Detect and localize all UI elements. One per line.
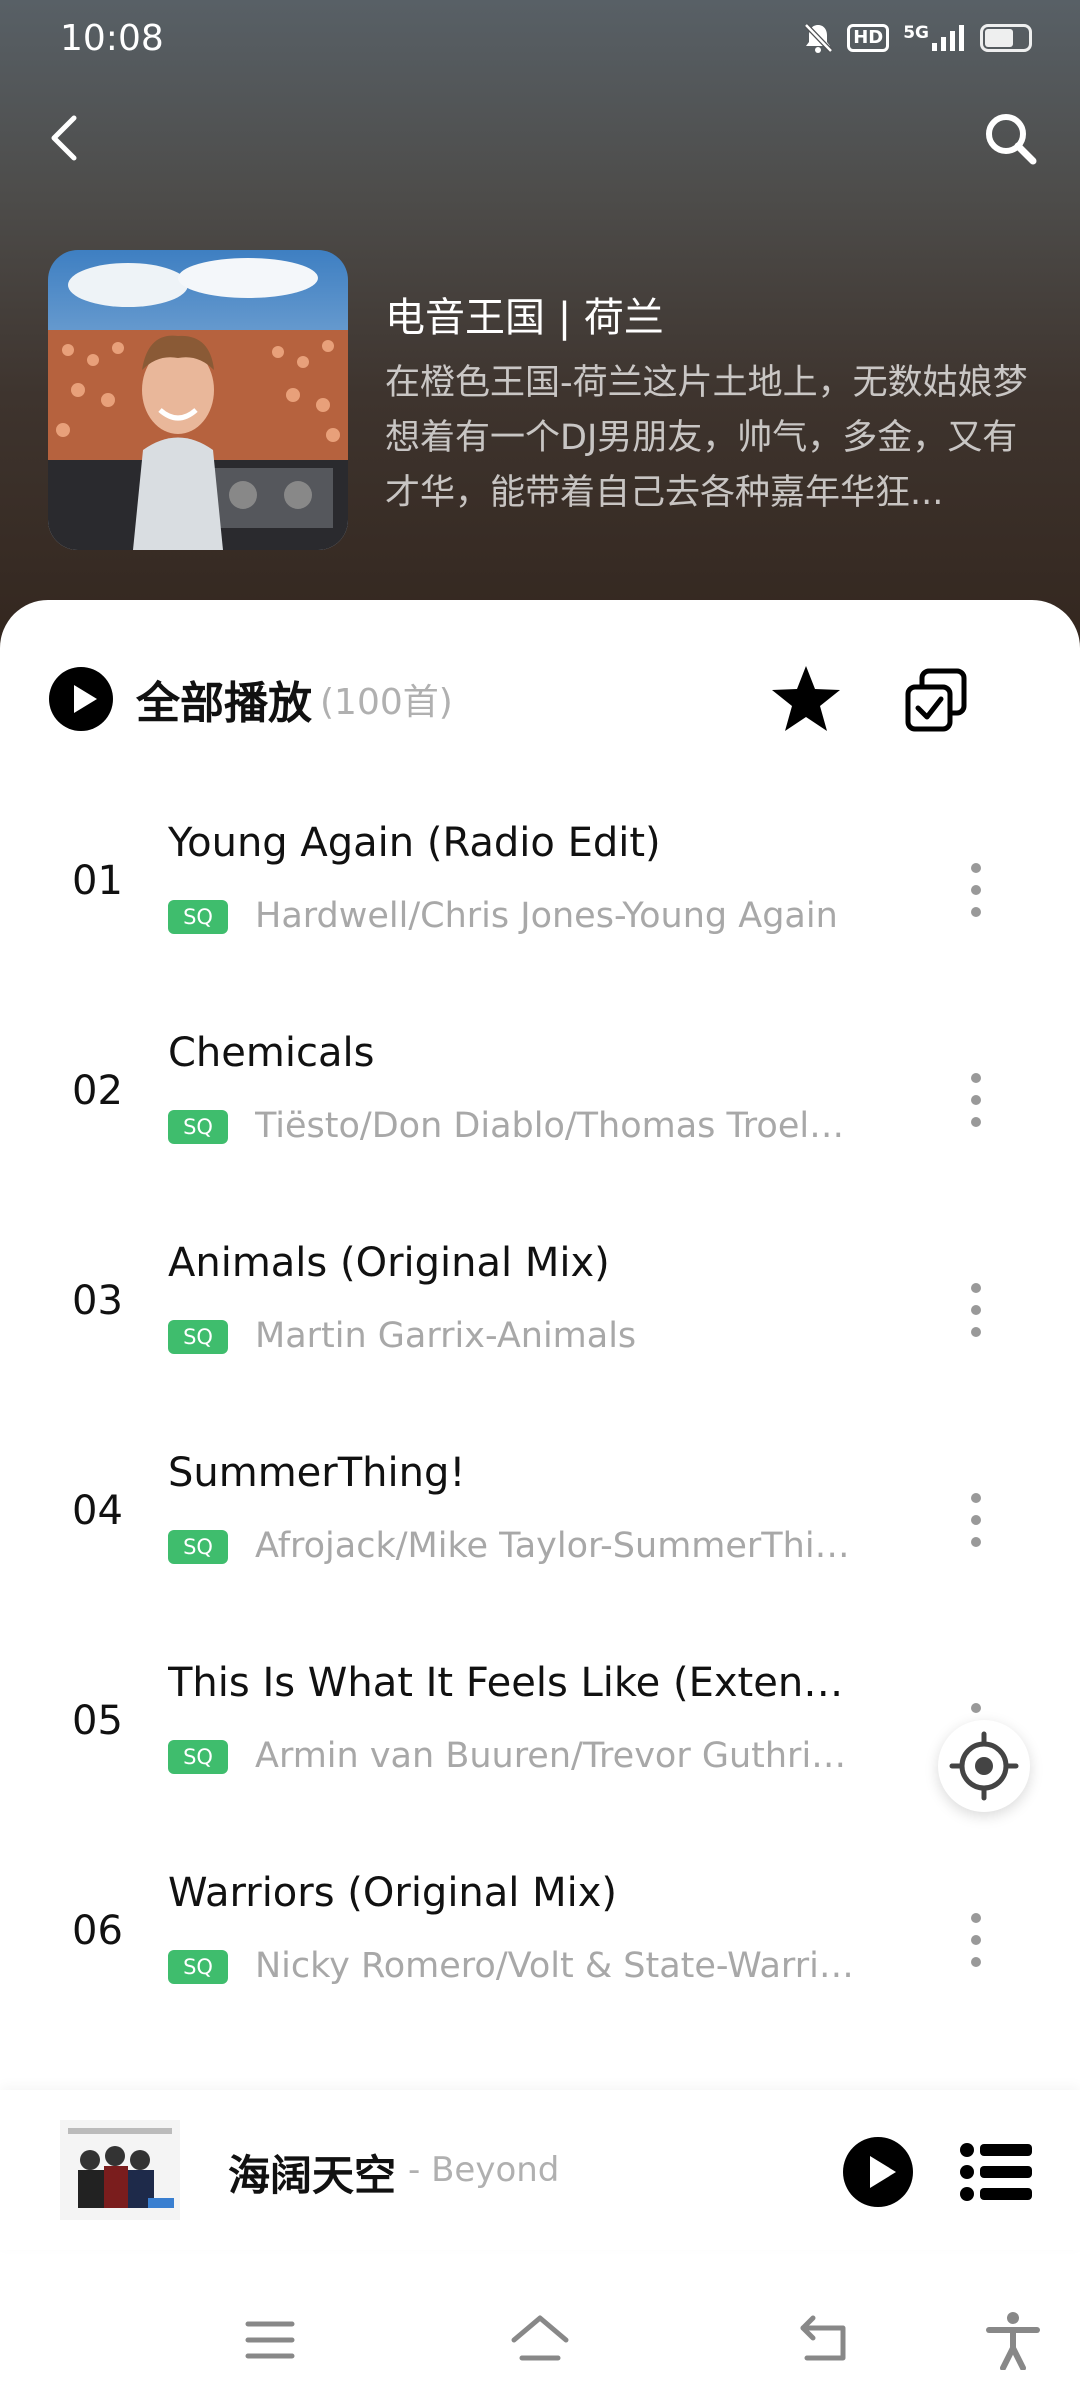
song-row[interactable]: 02 Chemicals SQ Tiësto/Don Diablo/Thomas… [0,1000,1080,1210]
sq-badge: SQ [168,1530,228,1564]
network-type-label: 5G [903,23,929,43]
more-vertical-icon[interactable] [956,1060,996,1140]
album-title: 电音王国 | 荷兰 [385,295,664,341]
song-title: Chemicals [168,1030,375,1076]
mini-player[interactable]: 海阔天空 - Beyond [0,2090,1080,2250]
menu-icon[interactable] [240,2310,300,2370]
song-title: SummerThing! [168,1450,466,1496]
now-playing-artist: - Beyond [408,2150,560,2190]
bell-muted-icon [804,23,833,53]
song-row[interactable]: 05 This Is What It Feels Like (Extended … [0,1630,1080,1840]
song-title: This Is What It Feels Like (Extended Mix… [168,1660,858,1706]
accessibility-icon[interactable] [983,2310,1043,2370]
play-all-label: 全部播放 [136,678,312,729]
song-title: Animals (Original Mix) [168,1240,610,1286]
song-artist: Tiësto/Don Diablo/Thomas Troelsen-Chemic… [255,1106,855,1146]
song-artist: Armin van Buuren/Trevor Guthrie-This Is … [255,1736,855,1776]
song-title: Warriors (Original Mix) [168,1870,618,1916]
sq-badge: SQ [168,1320,228,1354]
song-artist: Hardwell/Chris Jones-Young Again [255,896,838,936]
sq-badge: SQ [168,1950,228,1984]
song-row[interactable]: 04 SummerThing! SQ Afrojack/Mike Taylor-… [0,1420,1080,1630]
hd-icon: HD [847,24,890,52]
song-number: 06 [72,1908,123,1954]
more-vertical-icon[interactable] [956,1270,996,1350]
playlist-icon[interactable] [958,2140,1034,2204]
album-cover-image [48,250,348,550]
back-icon[interactable] [795,2310,855,2370]
status-icons: HD 5G [803,22,1032,54]
now-playing-title: 海阔天空 [228,2151,397,2200]
song-row[interactable]: 03 Animals (Original Mix) SQ Martin Garr… [0,1210,1080,1420]
battery-icon [980,24,1032,52]
play-all-button[interactable]: 全部播放 (100首) [48,663,453,735]
song-number: 03 [72,1278,123,1324]
song-artist: Nicky Romero/Volt & State-Warriors [255,1946,855,1986]
status-time: 10:08 [60,18,164,59]
song-number: 04 [72,1488,123,1534]
status-bar: 10:08 HD 5G [0,0,1080,80]
signal-5g-icon: 5G [903,25,966,51]
locate-current-song-button[interactable] [938,1720,1030,1812]
sq-badge: SQ [168,1740,228,1774]
home-icon[interactable] [510,2310,570,2370]
more-vertical-icon[interactable] [956,850,996,930]
song-row[interactable]: 06 Warriors (Original Mix) SQ Nicky Rome… [0,1840,1080,2050]
song-count: (100首) [320,682,453,723]
song-artist: Martin Garrix-Animals [255,1316,637,1356]
chevron-left-icon[interactable] [40,108,90,168]
star-icon[interactable] [770,663,842,735]
sq-badge: SQ [168,900,228,934]
song-list: 01 Young Again (Radio Edit) SQ Hardwell/… [0,790,1080,2050]
now-playing-cover [60,2120,180,2220]
search-icon[interactable] [980,108,1040,168]
multi-select-icon[interactable] [900,665,972,737]
song-number: 01 [72,858,123,904]
locate-icon [949,1731,1019,1801]
more-vertical-icon[interactable] [956,1480,996,1560]
sq-badge: SQ [168,1110,228,1144]
system-navigation-bar [0,2290,1080,2408]
song-number: 05 [72,1698,123,1744]
song-title: Young Again (Radio Edit) [168,820,661,866]
play-icon[interactable] [842,2136,914,2208]
song-artist: Afrojack/Mike Taylor-SummerThing! [255,1526,855,1566]
play-circle-icon [49,667,113,731]
album-description[interactable]: 在橙色王国-荷兰这片土地上，无数姑娘梦想着有一个DJ男朋友，帅气，多金，又有才华… [385,356,1045,521]
signal-bars-icon [932,25,964,51]
more-vertical-icon[interactable] [956,1900,996,1980]
song-number: 02 [72,1068,123,1114]
song-row[interactable]: 01 Young Again (Radio Edit) SQ Hardwell/… [0,790,1080,1000]
